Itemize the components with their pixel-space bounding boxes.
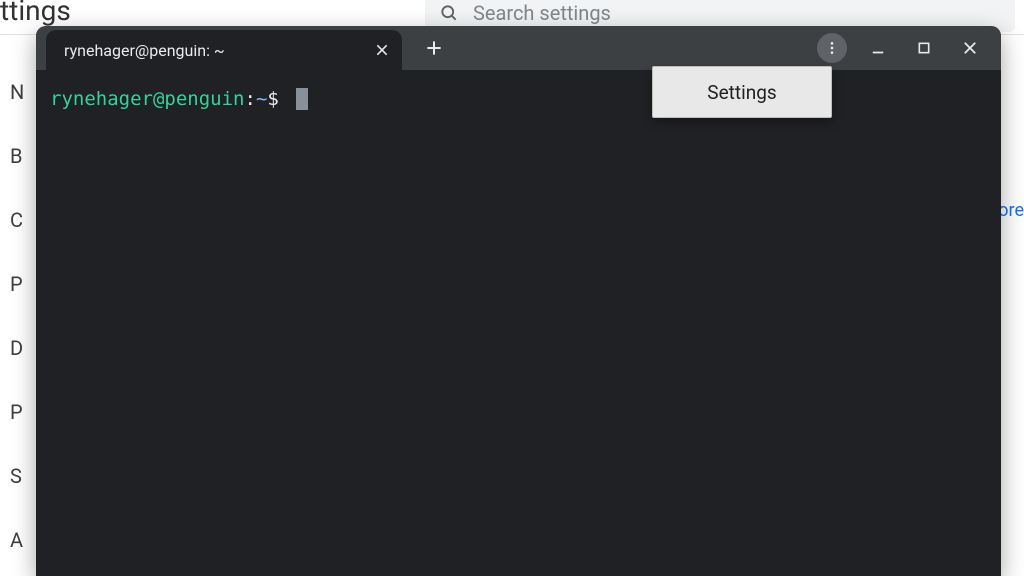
terminal-body[interactable]: rynehager@penguin:~$ xyxy=(36,70,1001,576)
sidebar-item[interactable]: D xyxy=(10,336,24,360)
menu-button[interactable] xyxy=(817,33,847,63)
maximize-icon xyxy=(916,40,932,56)
cursor xyxy=(296,88,308,110)
search-placeholder: Search settings xyxy=(473,1,611,25)
prompt-sigil: $ xyxy=(267,88,278,110)
more-link[interactable]: ore xyxy=(998,200,1024,221)
close-window-button[interactable] xyxy=(955,33,985,63)
settings-sidebar: N B C P D P S A L xyxy=(10,80,24,576)
sidebar-item[interactable]: P xyxy=(10,400,24,424)
close-icon xyxy=(961,39,979,57)
sidebar-item[interactable]: P xyxy=(10,272,24,296)
sidebar-item[interactable]: N xyxy=(10,80,24,104)
maximize-button[interactable] xyxy=(909,33,939,63)
terminal-titlebar: rynehager@penguin: ~ xyxy=(36,26,1001,70)
sidebar-item[interactable]: C xyxy=(10,208,24,232)
tab-title: rynehager@penguin: ~ xyxy=(64,41,225,60)
prompt-host: penguin xyxy=(164,88,244,110)
search-icon xyxy=(439,3,459,23)
minimize-icon xyxy=(869,39,887,57)
new-tab-button[interactable] xyxy=(420,34,448,62)
sidebar-item[interactable]: B xyxy=(10,144,24,168)
minimize-button[interactable] xyxy=(863,33,893,63)
terminal-tab[interactable]: rynehager@penguin: ~ xyxy=(46,30,402,70)
prompt-path: ~ xyxy=(256,88,267,110)
prompt: rynehager@penguin:~$ xyxy=(50,88,290,110)
sidebar-item[interactable]: S xyxy=(10,464,24,488)
sidebar-item[interactable]: A xyxy=(10,528,24,552)
kebab-icon xyxy=(824,40,840,56)
terminal-window: rynehager@penguin: ~ xyxy=(36,26,1001,576)
close-tab-icon[interactable] xyxy=(374,42,390,58)
prompt-user: rynehager xyxy=(50,88,153,110)
menu-item-settings[interactable]: Settings xyxy=(653,81,831,104)
page-title: ttings xyxy=(0,0,71,27)
terminal-menu-popup: Settings xyxy=(652,66,832,118)
